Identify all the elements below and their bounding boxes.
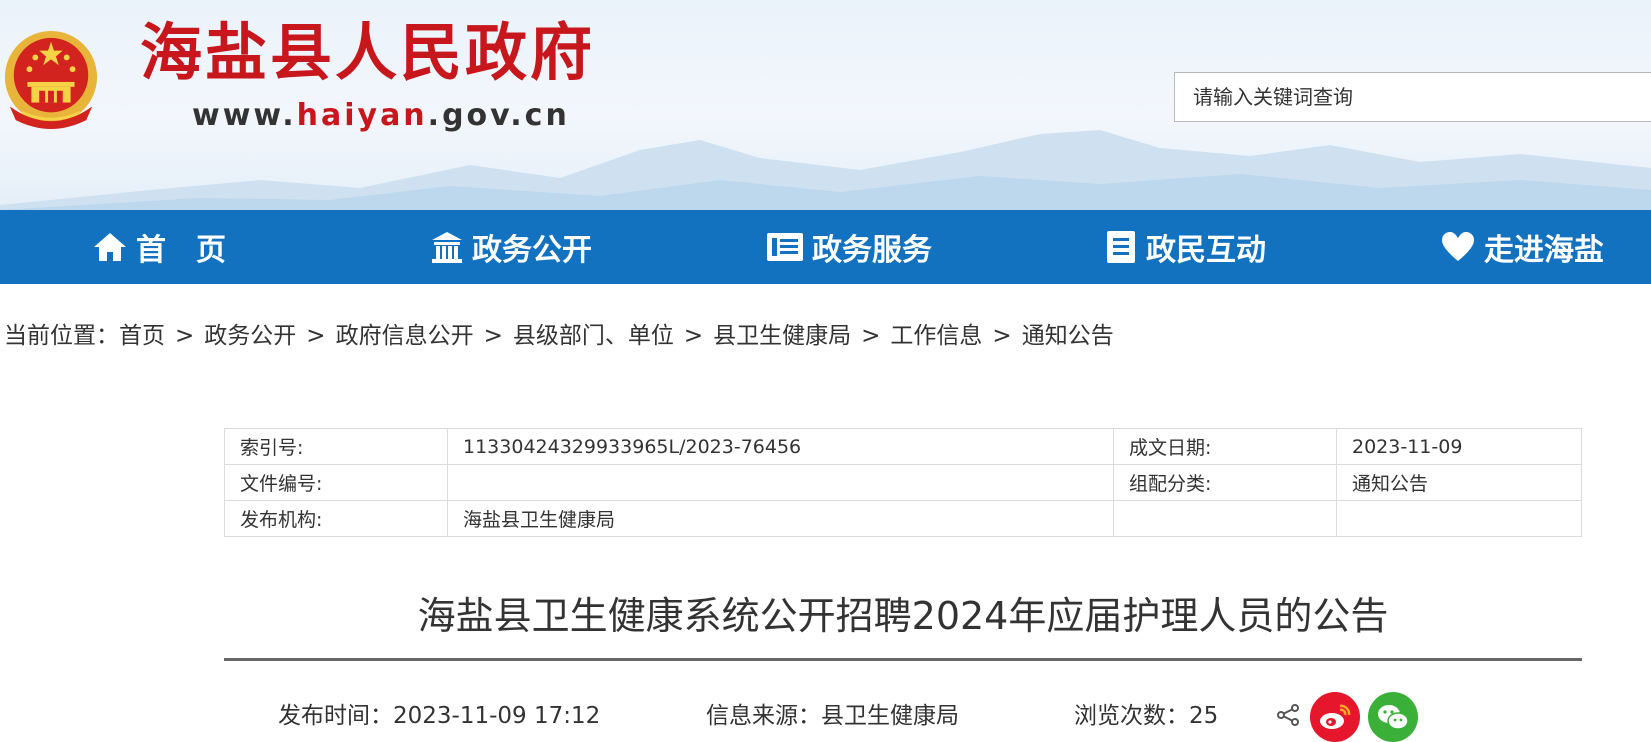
site-url-prefix: www. [192,98,297,133]
view-count: 浏览次数：25 [1074,696,1218,730]
views-label: 浏览次数： [1074,703,1189,729]
breadcrumb-prefix: 当前位置： [4,323,119,349]
document-icon [1107,231,1135,263]
breadcrumb-item-current[interactable]: 通知公告 [1022,323,1114,349]
nav-item-gov-services[interactable]: 政务服务 [766,210,932,284]
heart-icon [1442,232,1474,261]
title-divider [224,658,1582,661]
home-icon [94,233,126,261]
category-value: 通知公告 [1336,464,1582,501]
date-value: 2023-11-09 [1336,428,1582,465]
empty-cell [1113,500,1337,537]
breadcrumb-item[interactable]: 县卫生健康局 [713,323,851,349]
article-title: 海盐县卫生健康系统公开招聘2024年应届护理人员的公告 [417,594,1389,638]
publisher-value: 海盐县卫生健康局 [447,500,1114,537]
breadcrumb-item[interactable]: 政务公开 [204,323,296,349]
breadcrumb: 当前位置：首页 > 政务公开 > 政府信息公开 > 县级部门、单位 > 县卫生健康局 > 工作信息 >… [4,316,1114,350]
nav-item-label: 政务服务 [812,233,932,268]
table-row: 文件编号: 组配分类: 通知公告 [224,464,1582,501]
source-label: 信息来源： [706,703,821,729]
breadcrumb-separator: > [683,323,704,349]
nav-item-label: 政民互动 [1146,233,1266,268]
index-label: 索引号: [224,428,448,465]
info-source: 信息来源：县卫生健康局 [706,696,959,730]
breadcrumb-separator: > [992,323,1012,349]
breadcrumb-item[interactable]: 工作信息 [890,323,982,349]
breadcrumb-item[interactable]: 县级部门、单位 [513,323,674,349]
docno-label: 文件编号: [224,464,448,501]
site-url-suffix: .gov.cn [427,98,570,133]
index-value: 11330424329933965L/2023-76456 [447,428,1114,465]
publisher-label: 发布机构: [224,500,448,537]
nav-item-label: 首 页 [136,233,226,268]
publish-time-label: 发布时间： [278,703,393,729]
nav-item-about-haiyan[interactable]: 走进海盐 [1440,210,1604,284]
site-url[interactable]: www.haiyan.gov.cn [192,98,570,133]
nav-item-label: 走进海盐 [1484,233,1604,268]
weibo-icon [1320,704,1351,729]
publish-time-value: 2023-11-09 17:12 [393,703,601,729]
category-label: 组配分类: [1113,464,1337,501]
breadcrumb-separator: > [861,323,881,349]
breadcrumb-separator: > [306,323,326,349]
views-value: 25 [1189,703,1219,729]
breadcrumb-separator: > [175,323,195,349]
table-row: 索引号: 11330424329933965L/2023-76456 成文日期:… [224,428,1582,465]
date-label: 成文日期: [1113,428,1337,465]
document-meta-table: 索引号: 11330424329933965L/2023-76456 成文日期:… [224,428,1582,537]
wechat-icon [1378,705,1409,730]
nav-item-home[interactable]: 首 页 [92,210,226,284]
nav-item-gov-interaction[interactable]: 政民互动 [1104,210,1266,284]
docno-value [447,464,1114,501]
breadcrumb-item[interactable]: 政府信息公开 [336,323,474,349]
weibo-share-button[interactable] [1310,692,1360,742]
building-icon [432,232,462,263]
empty-cell [1336,500,1582,537]
table-row: 发布机构: 海盐县卫生健康局 [224,500,1582,537]
nav-item-gov-affairs-open[interactable]: 政务公开 [430,210,592,284]
site-url-highlight: haiyan [296,98,428,133]
site-title[interactable]: 海盐县人民政府 [140,22,595,84]
breadcrumb-item[interactable]: 首页 [119,323,165,349]
source-value: 县卫生健康局 [821,703,959,729]
publish-time: 发布时间：2023-11-09 17:12 [278,696,600,730]
main-nav: 首 页 政务公开 政务服务 政民互动 走进海盐 [0,210,1651,284]
search-input[interactable] [1174,72,1651,122]
site-header: 海盐县人民政府 www.haiyan.gov.cn [0,0,1651,210]
share-icon[interactable] [1276,703,1300,727]
list-icon [767,233,803,261]
wechat-share-button[interactable] [1368,692,1418,742]
national-emblem-logo [4,31,98,129]
breadcrumb-separator: > [483,323,503,349]
nav-item-label: 政务公开 [472,233,592,268]
